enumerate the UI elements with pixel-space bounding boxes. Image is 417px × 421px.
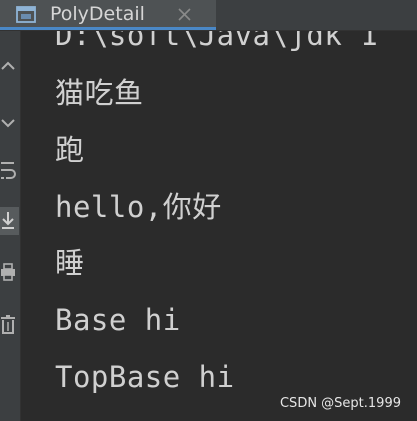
console-line: TopBase hi	[55, 360, 235, 394]
scroll-to-end-icon[interactable]	[0, 207, 19, 235]
console-line: hello,你好	[55, 190, 222, 224]
console-output[interactable]: D:\soft\Java\jdk 1 猫吃鱼 跑 hello,你好 睡 Base…	[21, 31, 417, 421]
run-console-icon	[16, 6, 36, 23]
collapse-down-icon[interactable]	[0, 109, 19, 137]
console-line: 猫吃鱼	[55, 76, 144, 110]
tab-polydetail[interactable]: PolyDetail	[0, 0, 216, 30]
tab-label: PolyDetail	[50, 3, 145, 25]
print-icon[interactable]	[0, 259, 19, 287]
console-line: Base hi	[55, 303, 181, 337]
console-line-java-path: D:\soft\Java\jdk 1	[55, 31, 379, 52]
trash-icon[interactable]	[0, 311, 19, 339]
editor-tab-bar: PolyDetail	[0, 0, 417, 31]
console-line: 睡	[55, 246, 85, 280]
console-line: 跑	[55, 133, 85, 167]
soft-wrap-icon[interactable]	[0, 157, 19, 185]
csdn-watermark: CSDN @Sept.1999	[279, 396, 401, 411]
collapse-up-icon[interactable]	[0, 53, 19, 81]
close-icon[interactable]	[175, 4, 195, 24]
console-toolbar	[0, 31, 21, 421]
